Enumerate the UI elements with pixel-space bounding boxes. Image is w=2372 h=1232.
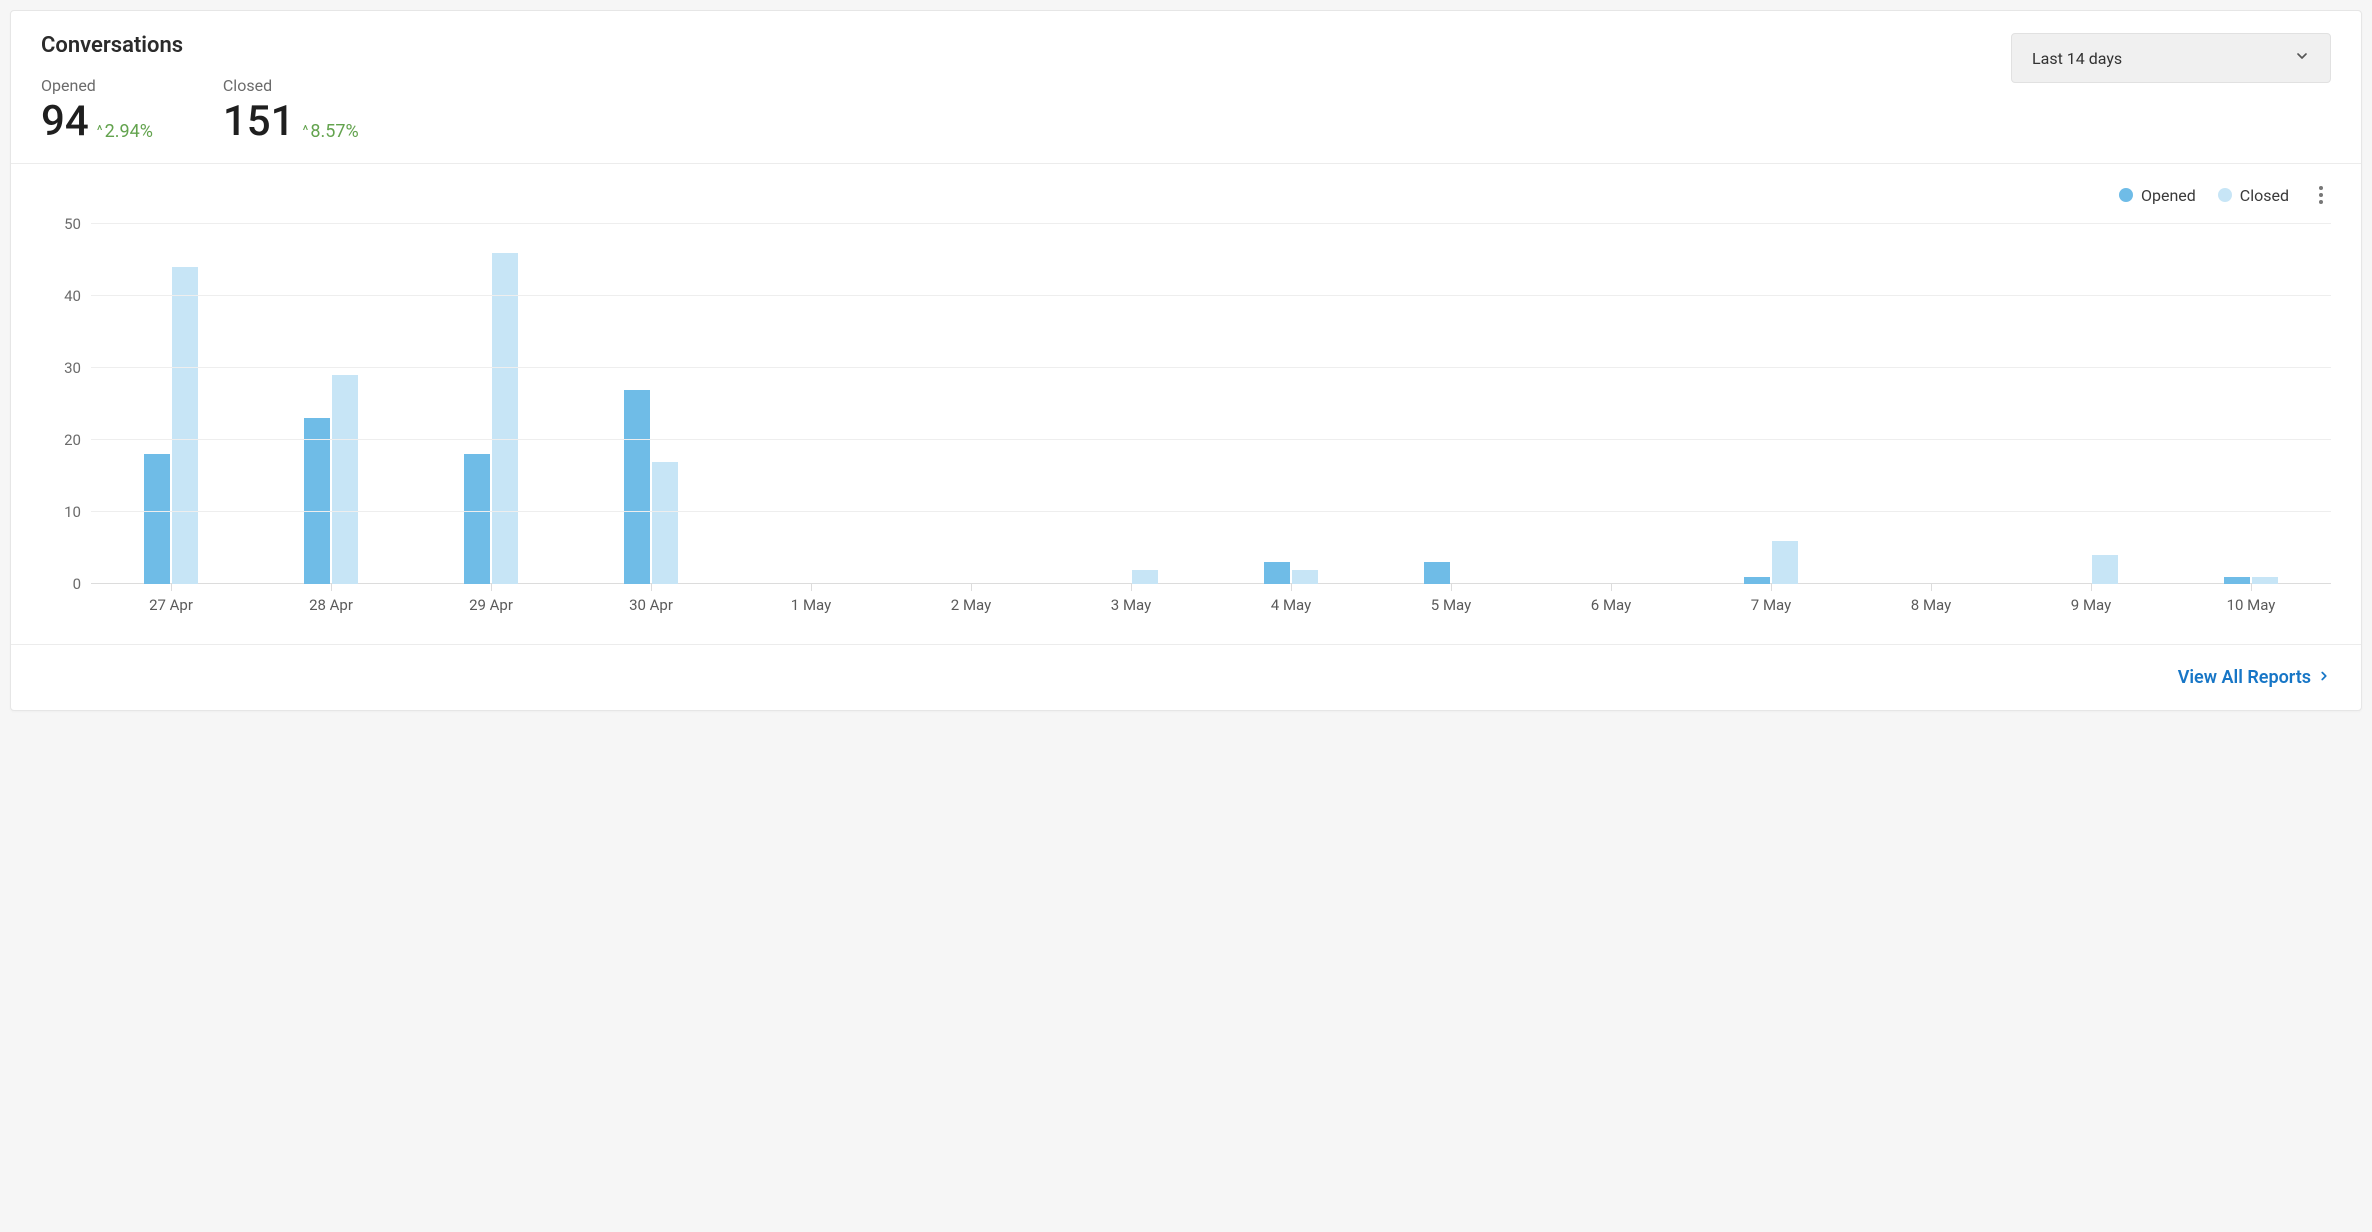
- metric-opened-value: 94: [41, 101, 89, 143]
- x-tick-label: 3 May: [1051, 596, 1211, 614]
- legend-opened[interactable]: Opened: [2119, 186, 2196, 205]
- chart-gridline: [91, 295, 2331, 296]
- chart-menu-button[interactable]: [2311, 182, 2331, 208]
- chart-gridline: [91, 511, 2331, 512]
- bar-group: [1211, 224, 1371, 584]
- x-tick-label: 7 May: [1691, 596, 1851, 614]
- y-tick-label: 40: [41, 287, 81, 305]
- chevron-down-icon: [2294, 48, 2310, 68]
- metric-closed-value: 151: [223, 101, 295, 143]
- card-title: Conversations: [41, 33, 359, 58]
- bar-group: [251, 224, 411, 584]
- chart-area: 01020304050 27 Apr28 Apr29 Apr30 Apr1 Ma…: [41, 224, 2331, 614]
- legend-opened-dot-icon: [2119, 188, 2133, 202]
- card-header: Conversations Opened 94 ^ 2.94% Closed: [11, 11, 2361, 164]
- bar-group: [731, 224, 891, 584]
- metric-opened-value-row: 94 ^ 2.94%: [41, 101, 153, 143]
- x-tick-label: 28 Apr: [251, 596, 411, 614]
- y-tick-label: 20: [41, 431, 81, 449]
- bar-opened[interactable]: [1744, 577, 1770, 584]
- bar-closed[interactable]: [1132, 570, 1158, 584]
- chart-gridline: [91, 439, 2331, 440]
- trend-up-icon: ^: [97, 124, 103, 138]
- view-all-reports-label: View All Reports: [2178, 667, 2311, 688]
- bar-group: [2171, 224, 2331, 584]
- bar-closed[interactable]: [492, 253, 518, 584]
- y-tick-label: 0: [41, 575, 81, 593]
- x-tick-label: 29 Apr: [411, 596, 571, 614]
- legend-closed[interactable]: Closed: [2218, 186, 2289, 205]
- bar-group: [1051, 224, 1211, 584]
- metric-opened-label: Opened: [41, 76, 153, 95]
- bar-group: [411, 224, 571, 584]
- bar-closed[interactable]: [332, 375, 358, 584]
- view-all-reports-link[interactable]: View All Reports: [2178, 667, 2331, 688]
- legend-opened-label: Opened: [2141, 186, 2196, 205]
- bar-group: [571, 224, 731, 584]
- metric-closed-change-text: 8.57%: [310, 121, 358, 142]
- trend-up-icon: ^: [303, 124, 309, 138]
- chart-plot: [91, 224, 2331, 584]
- bar-opened[interactable]: [144, 454, 170, 584]
- metric-closed-value-row: 151 ^ 8.57%: [223, 101, 359, 143]
- bar-group: [1371, 224, 1531, 584]
- x-tick-label: 5 May: [1371, 596, 1531, 614]
- x-tick-label: 1 May: [731, 596, 891, 614]
- bar-opened[interactable]: [2224, 577, 2250, 584]
- chart-gridline: [91, 223, 2331, 224]
- bar-opened[interactable]: [1264, 562, 1290, 584]
- bar-group: [1851, 224, 2011, 584]
- chart-legend: Opened Closed: [41, 182, 2331, 208]
- bar-group: [2011, 224, 2171, 584]
- bar-closed[interactable]: [1292, 570, 1318, 584]
- bar-closed[interactable]: [172, 267, 198, 584]
- bar-closed[interactable]: [2092, 555, 2118, 584]
- date-range-label: Last 14 days: [2032, 49, 2122, 68]
- chart-bar-groups: [91, 224, 2331, 584]
- bar-opened[interactable]: [464, 454, 490, 584]
- chart-section: Opened Closed 0 10 20 30 40 50 27 Apr28 Apr29…: [11, 164, 2361, 645]
- header-left: Conversations Opened 94 ^ 2.94% Closed: [41, 33, 359, 143]
- metric-opened-change: ^ 2.94%: [97, 121, 153, 142]
- y-tick-label: 10: [41, 503, 81, 521]
- bar-group: [91, 224, 251, 584]
- chevron-right-icon: [2317, 667, 2331, 688]
- chart-y-axis: 01020304050: [41, 224, 91, 584]
- bar-closed[interactable]: [2252, 577, 2278, 584]
- metrics-row: Opened 94 ^ 2.94% Closed 151 ^: [41, 76, 359, 143]
- chart-gridline: [91, 367, 2331, 368]
- y-tick-label: 30: [41, 359, 81, 377]
- metric-opened-change-text: 2.94%: [105, 121, 153, 142]
- x-tick-label: 27 Apr: [91, 596, 251, 614]
- x-tick-label: 8 May: [1851, 596, 2011, 614]
- bar-closed[interactable]: [652, 462, 678, 584]
- metric-opened: Opened 94 ^ 2.94%: [41, 76, 153, 143]
- legend-closed-label: Closed: [2240, 186, 2289, 205]
- metric-closed-label: Closed: [223, 76, 359, 95]
- bar-opened[interactable]: [304, 418, 330, 584]
- x-tick-label: 2 May: [891, 596, 1051, 614]
- x-tick-label: 4 May: [1211, 596, 1371, 614]
- bar-group: [1691, 224, 1851, 584]
- bar-opened[interactable]: [624, 390, 650, 584]
- conversations-card: Conversations Opened 94 ^ 2.94% Closed: [10, 10, 2362, 711]
- date-range-dropdown[interactable]: Last 14 days: [2011, 33, 2331, 83]
- metric-closed: Closed 151 ^ 8.57%: [223, 76, 359, 143]
- x-tick-label: 9 May: [2011, 596, 2171, 614]
- x-tick-label: 30 Apr: [571, 596, 731, 614]
- x-tick-label: 6 May: [1531, 596, 1691, 614]
- bar-group: [891, 224, 1051, 584]
- legend-closed-dot-icon: [2218, 188, 2232, 202]
- bar-opened[interactable]: [1424, 562, 1450, 584]
- card-footer: View All Reports: [11, 645, 2361, 710]
- bar-group: [1531, 224, 1691, 584]
- metric-closed-change: ^ 8.57%: [303, 121, 359, 142]
- chart-x-axis: 27 Apr28 Apr29 Apr30 Apr1 May2 May3 May4…: [91, 596, 2331, 614]
- y-tick-label: 50: [41, 215, 81, 233]
- x-tick-label: 10 May: [2171, 596, 2331, 614]
- bar-closed[interactable]: [1772, 541, 1798, 584]
